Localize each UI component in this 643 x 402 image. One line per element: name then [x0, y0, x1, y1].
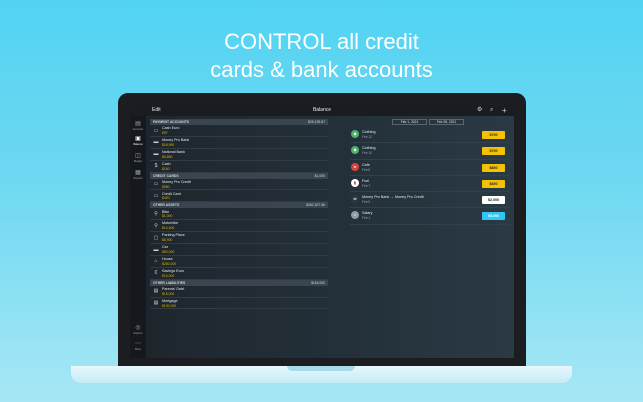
rail-item-budget[interactable]: ◫ Budget	[131, 153, 145, 163]
account-row[interactable]: ▭ Cash Euro €97	[150, 125, 328, 137]
card-icon: ▭	[153, 192, 159, 199]
car-icon: ▬	[153, 246, 159, 253]
budget-icon: ◫	[135, 153, 141, 159]
rail-item-reports[interactable]: ▦ Reports	[131, 170, 145, 180]
cash-icon: ▭	[153, 127, 159, 134]
cafe-icon: ●	[351, 162, 359, 171]
transaction-row[interactable]: ☺ Salary Feb 1 $5,000	[350, 208, 510, 225]
gear-icon[interactable]: ⚙	[477, 107, 482, 114]
account-row[interactable]: $ Cash $150	[150, 161, 328, 173]
search-icon[interactable]: ⌕	[490, 107, 493, 114]
bank-icon: ▬	[153, 151, 159, 158]
transaction-row[interactable]: ● Cafe Feb 8 $800	[350, 160, 510, 176]
account-row[interactable]: € Savings Euro €15,000	[150, 268, 328, 280]
clothing-icon: ◆	[351, 130, 359, 138]
amount-badge: $2,000	[482, 196, 505, 205]
rail-item-balance[interactable]: ▣ Balance	[131, 136, 145, 146]
bank-icon: ▬	[153, 139, 159, 146]
date-to-button[interactable]: Feb 28, 2021	[429, 119, 464, 125]
amount-badge: $5,000	[482, 212, 505, 221]
account-row[interactable]: ▬ National Bank $5,850	[150, 149, 328, 161]
account-row[interactable]: ▢ Parking Place $8,900	[150, 232, 328, 245]
top-bar: Edit Balance ⚙ ⌕ +	[130, 105, 514, 116]
transfer-icon: ⇄	[351, 195, 359, 204]
side-rail: ▤ Accounts ▣ Balance ◫ Budget ▦ Reports …	[130, 116, 146, 358]
headline-line-2: cards & bank accounts	[210, 57, 433, 82]
more-icon: ⋯	[135, 341, 141, 347]
account-row[interactable]: ▤ Mortgage $100,000	[150, 298, 328, 310]
account-row[interactable]: ▭ Money Pro Credit $580	[150, 179, 328, 191]
dollar-icon: $	[154, 163, 158, 170]
transaction-row[interactable]: ▮ Fuel Feb 7 $300	[350, 176, 510, 193]
savings-icon: €	[154, 270, 158, 277]
salary-icon: ☺	[351, 211, 359, 220]
plus-icon[interactable]: +	[502, 107, 507, 115]
reports-icon: ▦	[135, 170, 141, 176]
rail-item-explore[interactable]: ◎ Explore	[131, 325, 145, 335]
account-row[interactable]: ▬ Car $50,000	[150, 244, 328, 256]
balance-icon: ▣	[135, 136, 141, 142]
explore-icon: ◎	[135, 325, 141, 331]
laptop-notch	[287, 366, 355, 371]
amount-badge: $700	[482, 131, 505, 139]
parking-icon: ▢	[153, 234, 159, 241]
house-icon: ⌂	[154, 258, 158, 265]
app-screen: Edit Balance ⚙ ⌕ + ▤ Accounts ▣ Balance …	[130, 105, 514, 358]
laptop-frame: Edit Balance ⚙ ⌕ + ▤ Accounts ▣ Balance …	[118, 93, 526, 368]
motorbike-icon: ⚲	[154, 222, 158, 229]
account-row[interactable]: ⌂ House $260,000	[150, 256, 328, 268]
rail-item-accounts[interactable]: ▤ Accounts	[131, 121, 145, 131]
accounts-list: PAYMENT ACCOUNTS $25,139.67 ▭ Cash Euro …	[150, 119, 328, 310]
bike-icon: ⚲	[154, 210, 158, 217]
date-from-button[interactable]: Feb 1, 2021	[392, 119, 427, 125]
account-row[interactable]: ⚲ Motorbike $14,400	[150, 220, 328, 233]
mortgage-icon: ▤	[153, 300, 159, 307]
amount-badge: $300	[482, 179, 505, 188]
transaction-row[interactable]: ⇄ Money Pro Bank → Money Pro Credit Feb …	[350, 192, 510, 209]
account-row[interactable]: ▬ Money Pro Bank $18,990	[150, 137, 328, 149]
debt-icon: ▤	[153, 288, 159, 295]
fuel-icon: ▮	[351, 178, 359, 187]
clothing-icon: ◆	[351, 146, 359, 155]
account-row[interactable]: ▭ Credit Card $420	[150, 190, 328, 203]
transaction-row[interactable]: ◆ Clothing Feb 12 $700	[350, 127, 510, 144]
amount-badge: $800	[482, 163, 505, 172]
period-selector: Feb 1, 2021 Feb 28, 2021	[350, 119, 510, 127]
account-row[interactable]: ▤ Parents' Debt $18,000	[150, 286, 328, 298]
rail-item-more[interactable]: ⋯ More	[131, 341, 145, 351]
wallet-icon: ▤	[135, 121, 141, 127]
card-icon: ▭	[153, 181, 159, 188]
transactions-panel: Feb 1, 2021 Feb 28, 2021 ◆ Clothing Feb …	[350, 119, 510, 225]
amount-badge: $700	[482, 147, 505, 156]
screen-title: Balance	[312, 107, 332, 113]
headline-line-1: CONTROL all credit	[224, 29, 419, 54]
account-row[interactable]: ⚲ Bike $1,000	[150, 208, 328, 221]
transaction-row[interactable]: ◆ Clothing Feb 10 $700	[350, 143, 510, 160]
